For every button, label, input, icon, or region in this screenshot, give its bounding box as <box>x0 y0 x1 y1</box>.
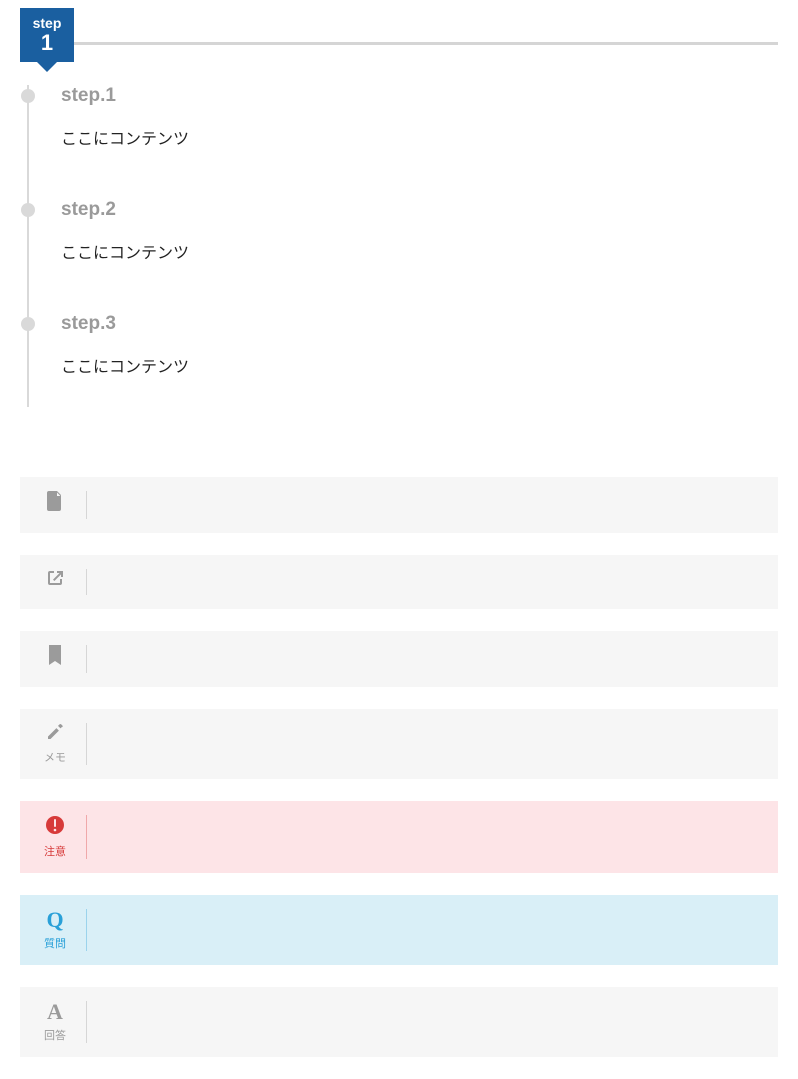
panel-left: メモ <box>38 723 72 765</box>
step-badge-label: step <box>33 16 62 30</box>
step-badge: step 1 <box>20 8 74 62</box>
panel-left <box>38 491 72 519</box>
panel-document <box>20 477 778 533</box>
panel-answer: A 回答 <box>20 987 778 1057</box>
timeline-item-title: step.1 <box>61 85 778 107</box>
q-letter-icon: Q <box>46 909 63 931</box>
panel-divider <box>86 1001 87 1043</box>
timeline-item: step.3 ここにコンテンツ <box>61 313 778 377</box>
panel-question: Q 質問 <box>20 895 778 965</box>
bookmark-icon <box>47 645 63 669</box>
panel-external <box>20 555 778 609</box>
step-badge-number: 1 <box>41 32 53 54</box>
document-icon <box>46 491 64 515</box>
timeline-item-title: step.2 <box>61 199 778 221</box>
panel-divider <box>86 723 87 765</box>
panel-list: メモ 注意 Q 質問 A 回答 <box>20 477 778 1057</box>
panel-divider <box>86 491 87 519</box>
panel-divider <box>86 569 87 595</box>
timeline: step.1 ここにコンテンツ step.2 ここにコンテンツ step.3 こ… <box>27 85 778 407</box>
panel-warning: 注意 <box>20 801 778 873</box>
panel-left: A 回答 <box>38 1001 72 1043</box>
timeline-item: step.1 ここにコンテンツ <box>61 85 778 149</box>
panel-memo: メモ <box>20 709 778 779</box>
external-link-icon <box>46 569 64 591</box>
panel-label: 注意 <box>44 843 66 859</box>
panel-divider <box>86 645 87 673</box>
timeline-dot-icon <box>21 317 35 331</box>
panel-bookmark <box>20 631 778 687</box>
panel-left <box>38 645 72 673</box>
panel-left: Q 質問 <box>38 909 72 951</box>
timeline-item: step.2 ここにコンテンツ <box>61 199 778 263</box>
panel-left: 注意 <box>38 815 72 859</box>
timeline-dot-icon <box>21 89 35 103</box>
timeline-item-title: step.3 <box>61 313 778 335</box>
panel-label: 質問 <box>44 935 66 951</box>
timeline-item-content: ここにコンテンツ <box>61 239 778 263</box>
timeline-item-content: ここにコンテンツ <box>61 353 778 377</box>
badge-horizontal-rule <box>20 42 778 45</box>
pencil-icon <box>46 723 64 745</box>
a-letter-icon: A <box>47 1001 63 1023</box>
panel-label: メモ <box>44 749 66 765</box>
panel-label: 回答 <box>44 1027 66 1043</box>
exclamation-circle-icon <box>45 815 65 839</box>
timeline-dot-icon <box>21 203 35 217</box>
step-badge-section: step 1 <box>20 0 778 85</box>
panel-divider <box>86 909 87 951</box>
timeline-item-content: ここにコンテンツ <box>61 125 778 149</box>
panel-left <box>38 569 72 595</box>
panel-divider <box>86 815 87 859</box>
